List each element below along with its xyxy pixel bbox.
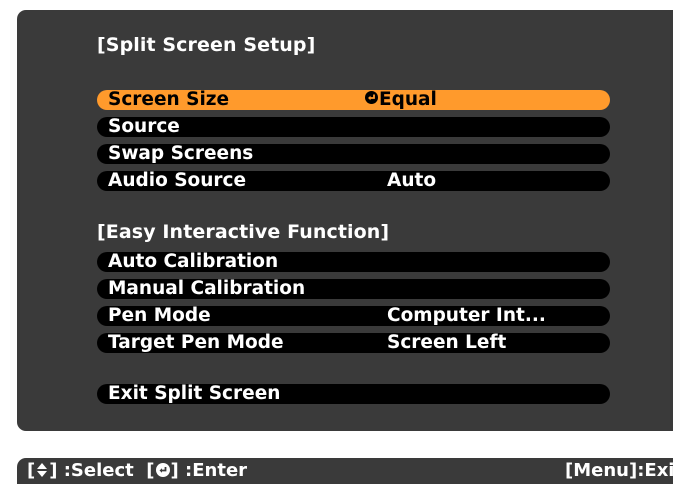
menu-item-value: Auto — [387, 170, 437, 191]
enter-icon — [155, 463, 170, 477]
menu-item-source[interactable]: Source — [97, 116, 610, 137]
enter-icon — [365, 91, 378, 104]
menu-item-pen-mode[interactable]: Pen Mode Computer Int... — [97, 305, 610, 326]
menu-item-screen-size[interactable]: Screen Size Equal — [97, 89, 610, 110]
footer-nav-hints: [ ] :Select [ ] :Enter — [27, 458, 247, 484]
bracket-open: [ — [27, 460, 36, 481]
menu-item-label: Audio Source — [108, 170, 247, 191]
menu-item-label: Exit Split Screen — [108, 383, 281, 404]
menu-item-target-pen-mode[interactable]: Target Pen Mode Screen Left — [97, 332, 610, 353]
menu-item-label: Pen Mode — [108, 305, 211, 326]
menu-item-label: Auto Calibration — [108, 251, 279, 272]
menu-item-audio-source[interactable]: Audio Source Auto — [97, 170, 610, 191]
menu-item-value: Screen Left — [387, 332, 507, 353]
select-hint-label: ] :Select — [49, 460, 134, 481]
menu-item-manual-calibration[interactable]: Manual Calibration — [97, 278, 610, 299]
menu-item-label: Target Pen Mode — [108, 332, 284, 353]
menu-item-auto-calibration[interactable]: Auto Calibration — [97, 251, 610, 272]
menu-item-swap-screens[interactable]: Swap Screens — [97, 143, 610, 164]
section-header-easy-interactive-function: [Easy Interactive Function] — [97, 221, 390, 243]
menu-item-value: Equal — [365, 89, 437, 110]
menu-item-label: Source — [108, 116, 180, 137]
menu-exit-hint: [Menu]:Exit — [565, 460, 673, 481]
menu-item-label: Screen Size — [108, 89, 230, 110]
section-header-split-screen-setup: [Split Screen Setup] — [97, 34, 316, 56]
screen-size-value: Equal — [379, 89, 437, 110]
menu-item-label: Manual Calibration — [108, 278, 306, 299]
menu-item-label: Swap Screens — [108, 143, 254, 164]
menu-item-exit-split-screen[interactable]: Exit Split Screen — [97, 383, 610, 404]
bracket-open: [ — [146, 460, 155, 481]
footer-hint-bar: [ ] :Select [ ] :Enter [Menu]:Exit — [17, 458, 673, 484]
up-down-arrow-icon — [36, 460, 48, 477]
enter-hint-label: ] :Enter — [170, 460, 248, 481]
menu-item-value: Computer Int... — [387, 305, 546, 326]
